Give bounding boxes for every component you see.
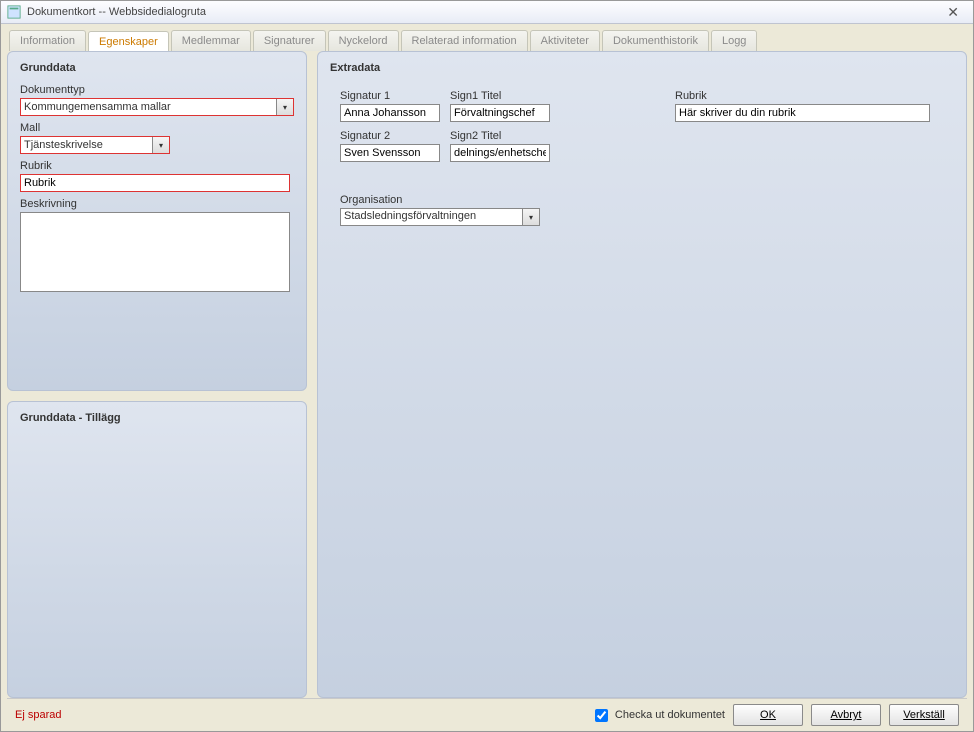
chevron-down-icon: ▾: [276, 99, 293, 115]
tab-nyckelord[interactable]: Nyckelord: [328, 30, 399, 51]
mall-value: Tjänsteskrivelse: [24, 139, 103, 151]
mall-select[interactable]: Tjänsteskrivelse ▾: [20, 136, 170, 154]
sign1titel-label: Sign1 Titel: [450, 90, 550, 102]
sign1titel-field: Sign1 Titel: [450, 90, 550, 122]
title-bar: Dokumentkort -- Webbsidedialogruta ✕: [1, 1, 973, 24]
rubrik-input[interactable]: [20, 174, 290, 192]
checkout-label-text: Checka ut dokumentet: [615, 709, 725, 721]
grunddata-tillagg-panel: Grunddata - Tillägg: [7, 401, 307, 698]
extradata-grid: Signatur 1 Sign1 Titel Signatur 2: [330, 82, 954, 685]
app-icon: [7, 5, 21, 19]
tab-egenskaper[interactable]: Egenskaper: [88, 31, 169, 52]
checkout-checkbox-label[interactable]: Checka ut dokumentet: [591, 706, 725, 725]
extradata-rubrik-input[interactable]: [675, 104, 930, 122]
rubrik-label: Rubrik: [20, 160, 294, 172]
extradata-panel: Extradata Signatur 1 Sign1 Titel Signatu…: [317, 51, 967, 698]
tab-logg[interactable]: Logg: [711, 30, 757, 51]
tab-medlemmar[interactable]: Medlemmar: [171, 30, 251, 51]
tab-aktiviteter[interactable]: Aktiviteter: [530, 30, 600, 51]
organisation-value: Stadsledningsförvaltningen: [344, 210, 476, 222]
beskrivning-label: Beskrivning: [20, 198, 294, 210]
sign2titel-field: Sign2 Titel: [450, 130, 550, 162]
mall-label: Mall: [20, 122, 294, 134]
signatur1-field: Signatur 1: [340, 90, 440, 122]
organisation-select[interactable]: Stadsledningsförvaltningen ▾: [340, 208, 540, 226]
grunddata-title: Grunddata: [20, 62, 294, 74]
cancel-button[interactable]: Avbryt: [811, 704, 881, 726]
chevron-down-icon: ▾: [152, 137, 169, 153]
extradata-rubrik-label: Rubrik: [675, 90, 930, 102]
left-column: Grunddata Dokumenttyp Kommungemensamma m…: [7, 51, 307, 698]
extradata-rubrik-field: Rubrik: [675, 90, 930, 122]
window-title: Dokumentkort -- Webbsidedialogruta: [27, 6, 206, 18]
signatur1-input[interactable]: [340, 104, 440, 122]
dokumenttyp-label: Dokumenttyp: [20, 84, 294, 96]
sign2titel-label: Sign2 Titel: [450, 130, 550, 142]
signatur2-field: Signatur 2: [340, 130, 440, 162]
beskrivning-textarea[interactable]: [20, 212, 290, 292]
signatur1-label: Signatur 1: [340, 90, 440, 102]
tab-relaterad-information[interactable]: Relaterad information: [401, 30, 528, 51]
save-status: Ej sparad: [15, 709, 583, 721]
sign1titel-input[interactable]: [450, 104, 550, 122]
organisation-label: Organisation: [340, 194, 540, 206]
tab-dokumenthistorik[interactable]: Dokumenthistorik: [602, 30, 709, 51]
dialog-window: Dokumentkort -- Webbsidedialogruta ✕ Inf…: [0, 0, 974, 732]
tab-information[interactable]: Information: [9, 30, 86, 51]
signatur2-input[interactable]: [340, 144, 440, 162]
body: Information Egenskaper Medlemmar Signatu…: [1, 24, 973, 731]
tab-signaturer[interactable]: Signaturer: [253, 30, 326, 51]
tab-strip: Information Egenskaper Medlemmar Signatu…: [7, 30, 967, 51]
ok-button[interactable]: OK: [733, 704, 803, 726]
footer-bar: Ej sparad Checka ut dokumentet OK Avbryt…: [7, 698, 967, 731]
apply-button[interactable]: Verkställ: [889, 704, 959, 726]
organisation-field: Organisation Stadsledningsförvaltningen …: [340, 194, 540, 226]
extradata-title: Extradata: [330, 62, 954, 74]
chevron-down-icon: ▾: [522, 209, 539, 225]
dokumenttyp-value: Kommungemensamma mallar: [24, 101, 171, 113]
close-icon[interactable]: ✕: [939, 4, 967, 21]
grunddata-panel: Grunddata Dokumenttyp Kommungemensamma m…: [7, 51, 307, 391]
grunddata-tillagg-title: Grunddata - Tillägg: [20, 412, 294, 424]
content-area: Grunddata Dokumenttyp Kommungemensamma m…: [7, 51, 967, 698]
right-column: Extradata Signatur 1 Sign1 Titel Signatu…: [317, 51, 967, 698]
sign2titel-input[interactable]: [450, 144, 550, 162]
dokumenttyp-select[interactable]: Kommungemensamma mallar ▾: [20, 98, 294, 116]
signatur2-label: Signatur 2: [340, 130, 440, 142]
checkout-checkbox[interactable]: [595, 709, 608, 722]
